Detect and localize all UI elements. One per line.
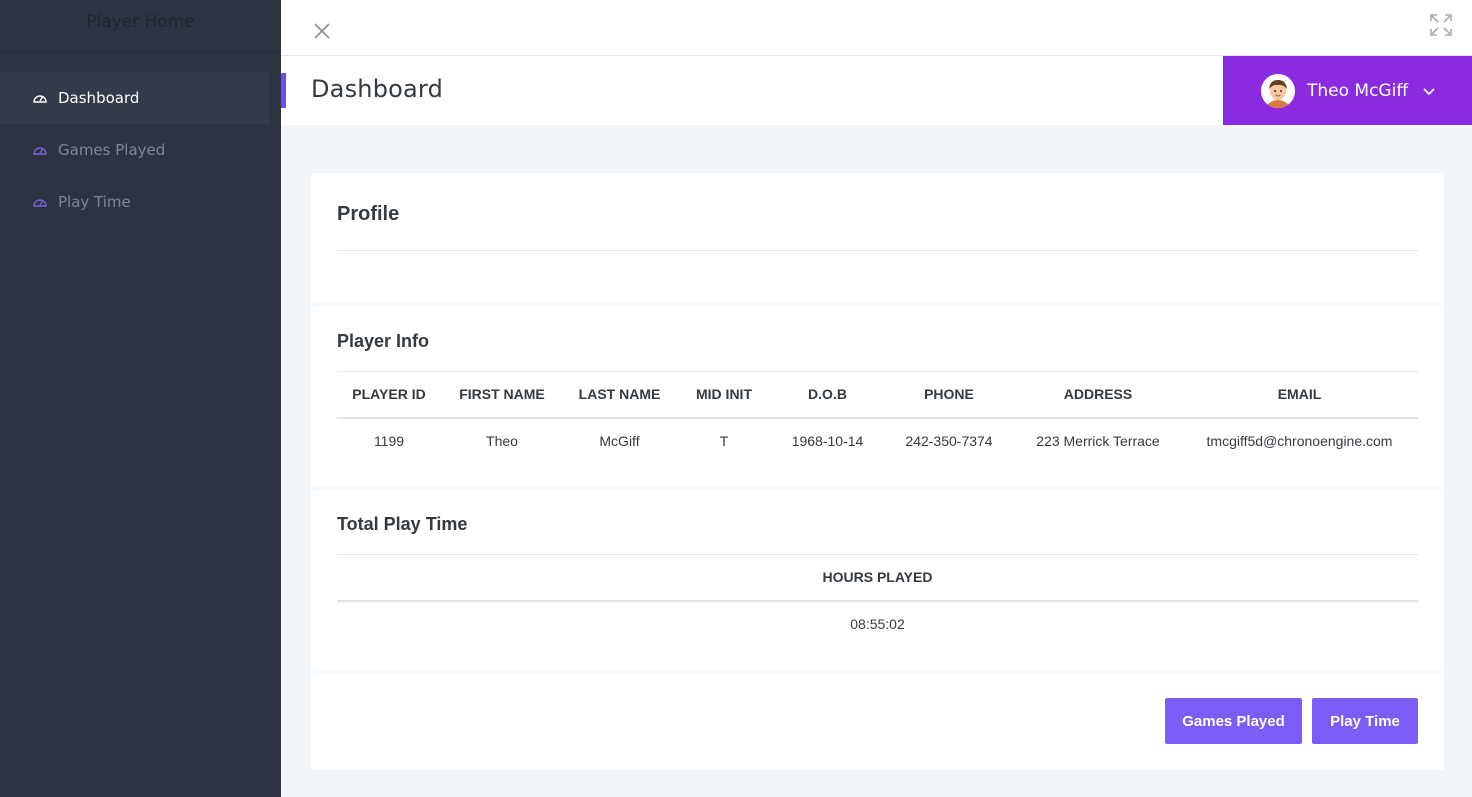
brand-label: Player Home <box>86 11 195 32</box>
sidebar-item-play-time[interactable]: Play Time <box>0 176 270 228</box>
expand-icon[interactable] <box>1428 12 1454 38</box>
table-cell: 1968-10-14 <box>791 433 864 449</box>
sidebar: Player Home Dashboard Games Played Play … <box>0 0 281 797</box>
sidebar-item-label: Play Time <box>58 193 131 211</box>
table-header-row: PLAYER ID FIRST NAME LAST NAME MID INIT … <box>337 371 1418 419</box>
column-header: ADDRESS <box>1015 371 1181 419</box>
table-cell: 1199 <box>373 433 405 449</box>
table-cell: T <box>719 433 729 449</box>
table-cell: Theo <box>486 433 518 449</box>
section-separator <box>311 670 1444 674</box>
sidebar-item-label: Games Played <box>58 141 166 159</box>
table-cell: tmcgiff5d@chronoengine.com <box>1206 433 1393 449</box>
page-title: Dashboard <box>311 75 444 103</box>
header-accent-bar <box>281 73 286 108</box>
sidebar-item-games-played[interactable]: Games Played <box>0 124 270 176</box>
divider <box>337 250 1418 251</box>
section-separator <box>311 487 1444 491</box>
sidebar-item-dashboard[interactable]: Dashboard <box>0 72 270 124</box>
column-header: FIRST NAME <box>441 371 563 419</box>
column-header: MID INIT <box>676 371 772 419</box>
user-name: Theo McGiff <box>1307 80 1409 101</box>
sidebar-brand: Player Home <box>0 0 281 52</box>
column-header: PHONE <box>883 371 1015 419</box>
table-row: 1199 Theo McGiff T 1968-10-14 242-350-73… <box>337 418 1418 464</box>
sidebar-nav: Dashboard Games Played Play Time <box>0 52 281 228</box>
column-header: D.O.B <box>772 371 883 419</box>
table-header-row: HOURS PLAYED <box>337 554 1418 602</box>
games-played-button[interactable]: Games Played <box>1165 698 1302 744</box>
play-time-button[interactable]: Play Time <box>1312 698 1418 744</box>
section-separator <box>311 303 1444 307</box>
page-header: Dashboard Theo McGiff <box>281 56 1472 125</box>
avatar-icon <box>1261 73 1295 108</box>
table-cell: 242-350-7374 <box>905 433 993 449</box>
top-bar <box>281 0 1472 56</box>
dashboard-gauge-icon <box>32 195 50 209</box>
table-cell: 08:55:02 <box>850 616 905 632</box>
column-header: EMAIL <box>1181 371 1418 419</box>
close-icon[interactable] <box>311 20 333 42</box>
sidebar-item-label: Dashboard <box>58 89 140 107</box>
total-play-time-title: Total Play Time <box>337 514 468 534</box>
column-header: HOURS PLAYED <box>337 554 1418 602</box>
table-cell: 223 Merrick Terrace <box>1036 433 1160 449</box>
player-info-title: Player Info <box>337 331 430 351</box>
dashboard-gauge-icon <box>32 143 50 157</box>
player-info-table: PLAYER ID FIRST NAME LAST NAME MID INIT … <box>337 371 1418 464</box>
column-header: LAST NAME <box>563 371 676 419</box>
play-time-table: HOURS PLAYED 08:55:02 <box>337 554 1418 647</box>
table-cell: McGiff <box>599 433 640 449</box>
chevron-down-icon <box>1422 84 1436 98</box>
column-header: PLAYER ID <box>337 371 441 419</box>
user-menu[interactable]: Theo McGiff <box>1223 56 1472 125</box>
table-row: 08:55:02 <box>337 601 1418 647</box>
profile-title: Profile <box>337 203 400 225</box>
profile-card: Profile Player Info PLAYER ID FIRST NAME… <box>311 173 1444 770</box>
dashboard-gauge-icon <box>32 91 50 105</box>
